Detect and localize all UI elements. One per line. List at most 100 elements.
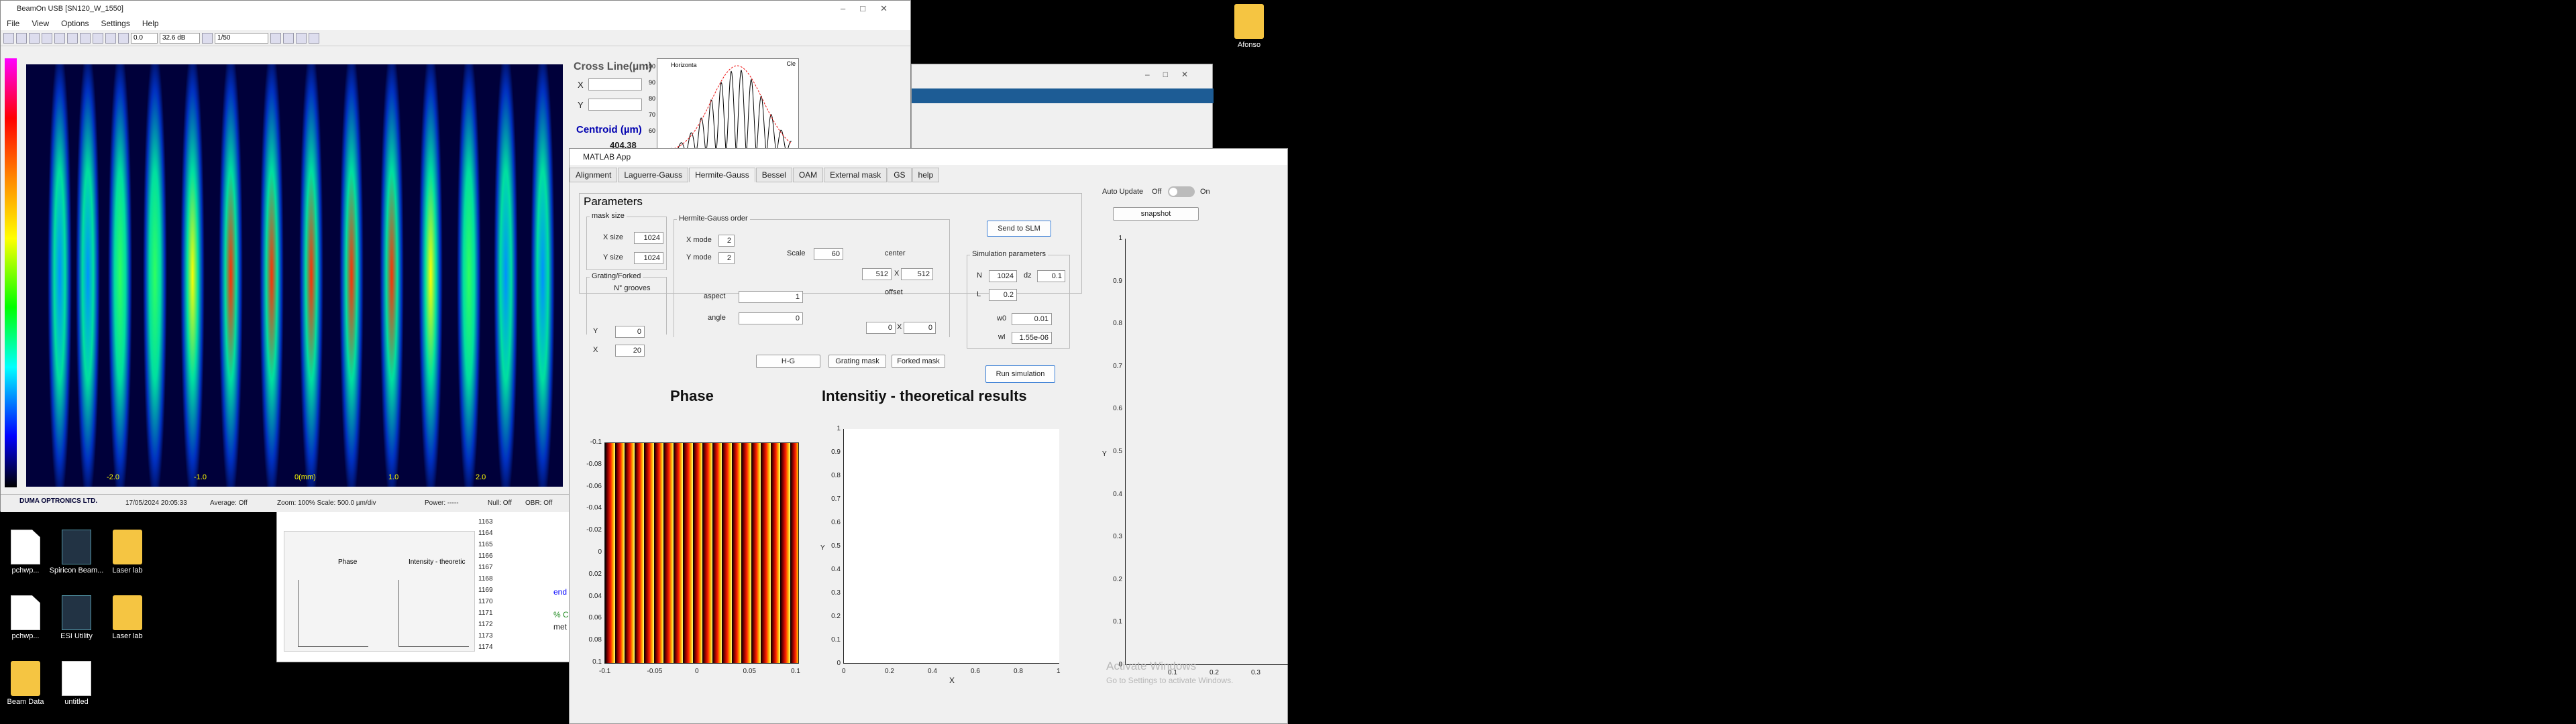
run-simulation-button[interactable]: Run simulation — [985, 365, 1055, 383]
desktop-icon-esi[interactable]: ESI Utility — [48, 595, 105, 640]
cross-x-field[interactable] — [588, 78, 642, 90]
status-null: Null: Off — [488, 499, 512, 507]
grid-icon[interactable] — [42, 32, 52, 44]
desktop-icon-pchwp[interactable]: pchwp... — [0, 530, 54, 575]
centroid-icon[interactable] — [118, 32, 129, 44]
settings-icon[interactable] — [80, 32, 91, 44]
line-numbers: 1163 1164 1165 1166 1167 1168 1169 1170 1171 1172… — [478, 518, 493, 651]
y-mode-spinner[interactable]: 2 — [718, 252, 735, 264]
help-icon[interactable] — [309, 32, 319, 44]
exposure-field[interactable]: 0.0 — [131, 32, 158, 44]
tab-hermite-gauss[interactable]: Hermite-Gauss — [689, 168, 755, 182]
phase-stripe — [644, 443, 654, 663]
y-size-field[interactable]: 1024 — [634, 252, 663, 264]
profile-icon[interactable] — [105, 32, 116, 44]
export-icon[interactable] — [296, 32, 307, 44]
pause-icon[interactable] — [54, 32, 65, 44]
auto-update-toggle[interactable] — [1168, 186, 1195, 197]
tick-label: -0.06 — [586, 482, 602, 490]
window-controls[interactable]: –□✕ — [841, 1, 902, 17]
folder-icon — [1234, 4, 1264, 39]
print-icon[interactable] — [283, 32, 294, 44]
center-x-field[interactable]: 512 — [862, 268, 892, 280]
grooves-y-field[interactable]: 0 — [615, 326, 645, 338]
x-mode-spinner[interactable]: 2 — [718, 235, 735, 247]
menu-options[interactable]: Options — [55, 19, 95, 28]
window-controls[interactable]: –□✕ — [1145, 70, 1201, 79]
phase-stripe — [653, 443, 663, 663]
zoom-in-icon[interactable] — [3, 32, 14, 44]
stop-icon[interactable] — [67, 32, 78, 44]
send-to-slm-button[interactable]: Send to SLM — [987, 221, 1051, 237]
beamon-menubar: File View Options Settings Help — [1, 17, 910, 30]
desktop-icon-untitled[interactable]: untitled — [48, 661, 105, 706]
desktop-left: Afonso pchwp... Spiricon Beam... Laser l… — [0, 0, 1289, 724]
save-icon[interactable] — [270, 32, 281, 44]
tab-help[interactable]: help — [912, 168, 940, 182]
shutter-select[interactable]: 1/50 — [215, 32, 268, 44]
desktop-icon-laserlab2[interactable]: Laser lab — [99, 595, 156, 640]
beamon-toolbar: 0.0 32.6 dB 1/50 — [1, 30, 910, 46]
tab-laguerre-gauss[interactable]: Laguerre-Gauss — [618, 168, 689, 182]
status-average: Average: Off — [210, 499, 248, 507]
cross-y-field[interactable] — [588, 99, 642, 111]
beam-fringe — [219, 64, 243, 487]
menu-view[interactable]: View — [25, 19, 55, 28]
tick-label: 0.05 — [743, 668, 756, 675]
offset-x-field[interactable]: 0 — [866, 322, 896, 334]
preview-phase-axes — [298, 580, 368, 647]
tab-gs[interactable]: GS — [888, 168, 912, 182]
tick-label: 0.6 — [971, 668, 980, 675]
code-keyword: end — [553, 587, 568, 597]
status-zoom: Zoom: 100% Scale: 500.0 µm/div — [277, 499, 376, 507]
desktop-icon-laserlab[interactable]: Laser lab — [99, 530, 156, 575]
desktop-icon-pchwp2[interactable]: pchwp... — [0, 595, 54, 640]
tab-bessel[interactable]: Bessel — [755, 168, 792, 182]
angle-field[interactable]: 0 — [739, 312, 803, 324]
gain-field[interactable]: 32.6 dB — [160, 32, 200, 44]
menu-settings[interactable]: Settings — [95, 19, 136, 28]
aspect-field[interactable]: 1 — [739, 291, 803, 303]
n-field[interactable]: 1024 — [989, 270, 1017, 282]
center-y-field[interactable]: 512 — [901, 268, 933, 280]
tick-label: 0.3 — [831, 589, 841, 597]
tick-label: 0.8 — [1014, 668, 1023, 675]
wl-field[interactable]: 1.55e-06 — [1012, 332, 1052, 344]
tab-oam[interactable]: OAM — [792, 168, 824, 182]
phase-stripe — [614, 443, 625, 663]
tick-label: 0.4 — [831, 566, 841, 573]
camera-icon[interactable] — [29, 32, 40, 44]
desktop-icon-afonso[interactable]: Afonso — [1221, 4, 1277, 49]
menu-help[interactable]: Help — [136, 19, 165, 28]
dz-field[interactable]: 0.1 — [1037, 270, 1065, 282]
snapshot-button[interactable]: snapshot — [1113, 207, 1199, 221]
crosshair-icon[interactable] — [93, 32, 103, 44]
app-title: MATLAB App — [583, 152, 631, 162]
l-field[interactable]: 0.2 — [989, 289, 1017, 301]
tick-label: 0.6 — [831, 519, 841, 526]
grating-mask-button[interactable]: Grating mask — [828, 355, 886, 368]
app-icon — [62, 530, 91, 564]
scale-field[interactable]: 60 — [814, 248, 843, 260]
grooves-x-field[interactable]: 20 — [615, 345, 645, 357]
snapshot-plot — [1125, 239, 1289, 665]
gauge-icon[interactable] — [202, 32, 213, 44]
beam-image[interactable] — [26, 64, 563, 487]
tick-label: -0.02 — [586, 526, 602, 534]
offset-y-field[interactable]: 0 — [904, 322, 936, 334]
phase-stripe — [712, 443, 722, 663]
menu-file[interactable]: File — [1, 19, 25, 28]
tab-alignment[interactable]: Alignment — [570, 168, 618, 182]
file-icon — [62, 661, 91, 696]
zoom-out-icon[interactable] — [16, 32, 27, 44]
x-size-field[interactable]: 1024 — [634, 232, 663, 244]
tab-external-mask[interactable]: External mask — [824, 168, 888, 182]
hg-button[interactable]: H-G — [756, 355, 820, 368]
tick-label: -0.04 — [586, 504, 602, 512]
tick-label: 1 — [1057, 668, 1061, 675]
forked-mask-button[interactable]: Forked mask — [892, 355, 945, 368]
desktop-icon-beamdata[interactable]: Beam Data — [0, 661, 54, 706]
w0-field[interactable]: 0.01 — [1012, 313, 1052, 325]
desktop-icon-spiricon[interactable]: Spiricon Beam... — [48, 530, 105, 575]
beamon-title: BeamOn USB [SN120_W_1550] — [17, 5, 123, 13]
